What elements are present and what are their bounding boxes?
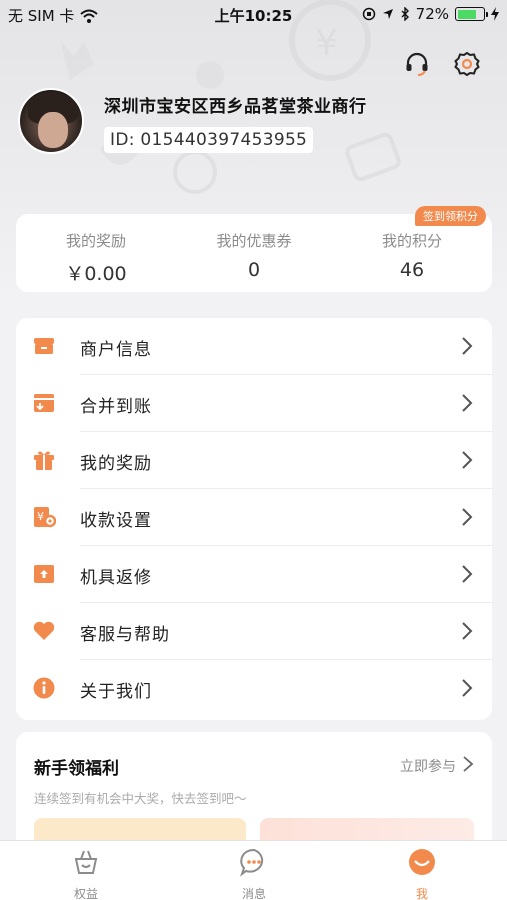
menu-item-merge-account[interactable]: 合并到账 [16, 375, 492, 432]
menu-item-my-rewards[interactable]: 我的奖励 [16, 432, 492, 489]
basket-icon [74, 850, 98, 874]
stat-points[interactable]: 我的积分 46 [332, 230, 492, 281]
merge-account-icon [34, 394, 54, 412]
headset-icon [406, 52, 428, 76]
welfare-join-link[interactable]: 立即参与 [400, 756, 456, 776]
gear-icon [454, 51, 480, 77]
gift-icon [34, 451, 54, 470]
smile-face-icon [409, 849, 435, 875]
menu-label: 我的奖励 [80, 454, 152, 474]
bottom-tab-bar: 权益 消息 我 [0, 840, 507, 900]
status-bar: 无 SIM 卡 上午10:25 72% [0, 0, 507, 28]
stat-value: ￥0.00 [65, 263, 127, 285]
charging-icon [491, 7, 499, 21]
settings-button[interactable] [453, 50, 481, 78]
menu-label: 商户信息 [80, 340, 152, 360]
svg-text:¥: ¥ [37, 510, 44, 523]
menu-label: 合并到账 [80, 397, 152, 417]
menu-item-customer-service[interactable]: 客服与帮助 [16, 603, 492, 660]
device-repair-icon [34, 565, 54, 583]
welfare-subtitle: 连续签到有机会中大奖，快去签到吧～ [34, 791, 247, 806]
checkin-points-badge[interactable]: 签到领积分 [415, 206, 486, 226]
orientation-lock-icon [362, 7, 375, 21]
menu-label: 机具返修 [80, 568, 152, 588]
menu-item-device-repair[interactable]: 机具返修 [16, 546, 492, 603]
chevron-right-icon [462, 679, 473, 697]
battery-icon [455, 7, 488, 21]
menu-label: 收款设置 [80, 511, 152, 531]
menu-item-about-us[interactable]: 关于我们 [16, 660, 492, 717]
stat-rewards[interactable]: 我的奖励 ￥0.00 [16, 230, 176, 286]
tab-messages[interactable]: 消息 [194, 847, 314, 900]
profile-info: 深圳市宝安区西乡品茗堂茶业商行 ID: 015440397453955 [104, 92, 367, 154]
chevron-right-icon [462, 565, 473, 583]
avatar-face [38, 112, 68, 148]
info-icon [33, 677, 55, 699]
chevron-right-icon [462, 337, 473, 355]
header-actions [403, 50, 481, 78]
menu-label: 客服与帮助 [80, 625, 170, 645]
svg-text:¥: ¥ [315, 23, 338, 64]
menu-item-payment-settings[interactable]: ¥ 收款设置 [16, 489, 492, 546]
chevron-right-icon [462, 451, 473, 469]
avatar[interactable] [18, 88, 84, 154]
tab-label: 权益 [73, 887, 98, 900]
stat-value: 46 [399, 259, 425, 281]
stat-label: 我的优惠券 [216, 232, 292, 250]
tab-label: 消息 [241, 887, 266, 900]
stat-label: 我的奖励 [65, 232, 126, 250]
message-icon [240, 848, 264, 877]
location-icon [382, 9, 393, 19]
menu-item-merchant-info[interactable]: 商户信息 [16, 318, 492, 375]
stat-coupons[interactable]: 我的优惠券 0 [174, 230, 334, 281]
bluetooth-icon [401, 7, 409, 21]
shop-id: ID: 015440397453955 [104, 127, 314, 153]
tab-label: 我 [415, 887, 428, 900]
chevron-right-icon [462, 394, 473, 412]
stat-value: 0 [247, 259, 261, 281]
battery-percent: 72% [415, 5, 449, 23]
customer-service-button[interactable] [403, 50, 431, 78]
chevron-right-icon [462, 622, 473, 640]
chevron-right-icon[interactable] [462, 755, 474, 773]
newbie-welfare-card: 新手领福利 立即参与 连续签到有机会中大奖，快去签到吧～ [16, 732, 492, 852]
menu-card: 商户信息 合并到账 我的奖励 ¥ 收款设置 机具返修 客服与帮助 关于我们 [16, 318, 492, 720]
heart-icon [33, 621, 55, 640]
battery-fill [457, 9, 476, 19]
chevron-right-icon [462, 508, 473, 526]
shop-name: 深圳市宝安区西乡品茗堂茶业商行 [104, 97, 367, 117]
menu-label: 关于我们 [80, 682, 152, 702]
stat-label: 我的积分 [381, 232, 442, 250]
profile-section: 深圳市宝安区西乡品茗堂茶业商行 ID: 015440397453955 [18, 88, 367, 154]
tab-benefits[interactable]: 权益 [26, 847, 146, 900]
stats-card: 签到领积分 我的奖励 ￥0.00 我的优惠券 0 我的积分 46 [16, 206, 492, 292]
status-right: 72% [362, 5, 499, 23]
store-icon [34, 338, 54, 354]
payment-settings-icon: ¥ [34, 507, 56, 528]
tab-me[interactable]: 我 [362, 847, 482, 900]
welfare-title: 新手领福利 [34, 759, 119, 779]
